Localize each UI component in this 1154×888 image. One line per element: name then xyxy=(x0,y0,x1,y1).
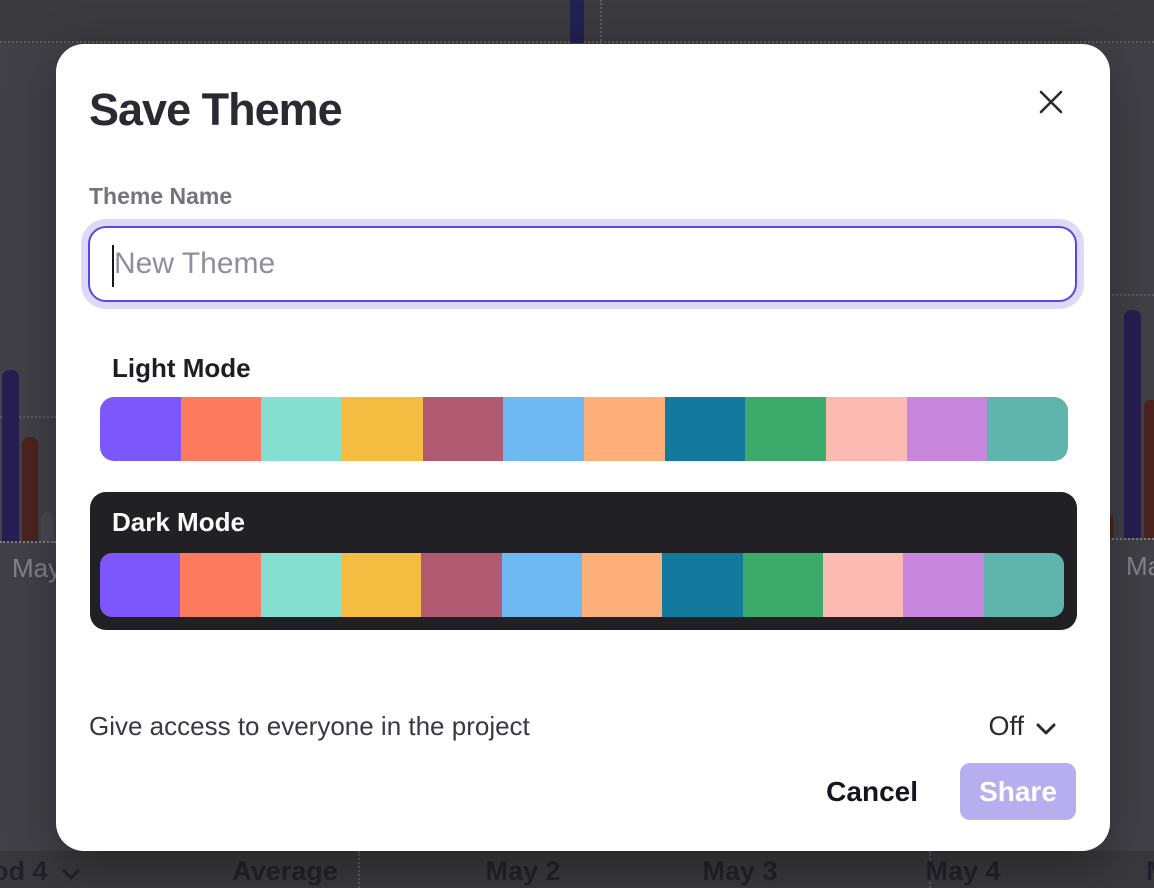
period-selector-label: od 4 xyxy=(0,856,48,887)
access-row: Give access to everyone in the project O… xyxy=(89,706,1056,746)
background-gridline xyxy=(1108,294,1154,296)
share-button[interactable]: Share xyxy=(960,763,1076,820)
palette-swatch xyxy=(582,553,662,617)
background-axis-line xyxy=(0,541,56,543)
axis-label: May 2 xyxy=(485,856,560,887)
palette-swatch xyxy=(907,397,988,461)
text-cursor xyxy=(112,245,114,287)
palette-swatch xyxy=(181,397,262,461)
axis-label: May 3 xyxy=(702,856,777,887)
dark-mode-palette xyxy=(100,553,1064,617)
access-dropdown[interactable]: Off xyxy=(988,711,1056,742)
light-mode-label: Light Mode xyxy=(112,353,251,384)
dark-mode-card: Dark Mode xyxy=(90,492,1077,630)
background-bar xyxy=(1124,310,1141,538)
access-label: Give access to everyone in the project xyxy=(89,711,530,742)
theme-name-label: Theme Name xyxy=(89,183,232,210)
chevron-down-icon xyxy=(1036,711,1056,742)
background-gridline xyxy=(600,0,602,44)
palette-swatch xyxy=(984,553,1064,617)
palette-swatch xyxy=(261,397,342,461)
axis-label: May xyxy=(12,553,61,584)
axis-label: May 4 xyxy=(925,856,1000,887)
close-button[interactable] xyxy=(1034,86,1068,120)
modal-actions: Cancel Share xyxy=(826,763,1076,820)
theme-name-input[interactable] xyxy=(90,228,1075,300)
axis-separator xyxy=(358,851,360,888)
palette-swatch xyxy=(826,397,907,461)
cancel-button[interactable]: Cancel xyxy=(826,776,918,808)
background-bar xyxy=(1144,400,1154,538)
palette-swatch xyxy=(903,553,983,617)
palette-swatch xyxy=(823,553,903,617)
axis-label: Average xyxy=(232,856,338,887)
palette-swatch xyxy=(584,397,665,461)
palette-swatch xyxy=(743,553,823,617)
palette-swatch xyxy=(987,397,1068,461)
background-bar xyxy=(22,437,38,542)
palette-swatch xyxy=(100,553,180,617)
palette-swatch xyxy=(423,397,504,461)
palette-swatch xyxy=(503,397,584,461)
save-theme-modal: Save Theme Theme Name Light Mode Dark Mo… xyxy=(56,44,1110,851)
access-dropdown-value: Off xyxy=(988,711,1024,742)
close-icon xyxy=(1038,89,1064,118)
palette-swatch xyxy=(341,553,421,617)
chevron-down-icon xyxy=(62,856,80,887)
axis-label: M xyxy=(1146,856,1154,887)
palette-swatch xyxy=(502,553,582,617)
theme-name-field xyxy=(88,226,1077,302)
palette-swatch xyxy=(261,553,341,617)
modal-title: Save Theme xyxy=(89,84,342,136)
palette-swatch xyxy=(745,397,826,461)
axis-label: Ma xyxy=(1126,551,1154,582)
palette-swatch xyxy=(662,553,742,617)
light-mode-palette xyxy=(100,397,1068,461)
background-bar xyxy=(2,370,19,542)
background-bottom-axis: od 4 Average May 2 May 3 May 4 M xyxy=(0,851,1154,888)
palette-swatch xyxy=(421,553,501,617)
period-selector[interactable]: od 4 xyxy=(0,856,80,887)
background-bar xyxy=(570,0,584,43)
background-bar xyxy=(41,512,54,542)
palette-swatch xyxy=(180,553,260,617)
screen: May Ma od 4 Average May 2 May 3 May 4 M xyxy=(0,0,1154,888)
background-axis-line xyxy=(1108,538,1154,540)
palette-swatch xyxy=(100,397,181,461)
dark-mode-label: Dark Mode xyxy=(112,507,245,538)
palette-swatch xyxy=(342,397,423,461)
palette-swatch xyxy=(665,397,746,461)
